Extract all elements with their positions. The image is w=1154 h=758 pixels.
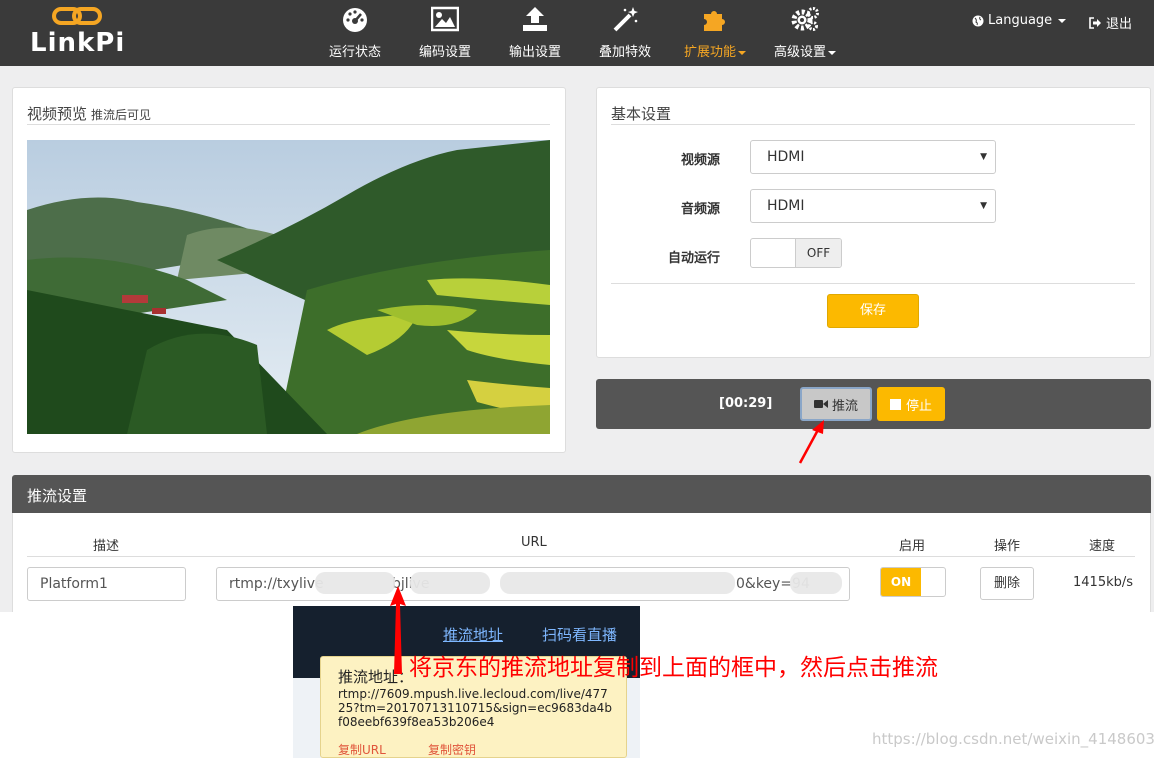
language-label: Language xyxy=(988,13,1053,28)
column-action: 操作 xyxy=(994,539,1021,554)
scan-to-watch-tab[interactable]: 扫码看直播 xyxy=(542,624,617,645)
nav-label: 扩展功能 xyxy=(670,41,760,60)
delete-button[interactable]: 删除 xyxy=(980,567,1034,600)
linkpi-logo[interactable]: LinkPi xyxy=(30,6,130,62)
brand-name: LinkPi xyxy=(30,28,126,58)
puzzle-icon xyxy=(704,11,725,31)
nav-overlay[interactable]: 叠加特效 xyxy=(580,0,670,66)
column-speed: 速度 xyxy=(1089,539,1116,554)
save-button[interactable]: 保存 xyxy=(827,294,919,328)
video-source-select[interactable]: HDMI ▼ xyxy=(750,140,996,174)
stream-control-bar xyxy=(596,379,1151,429)
preview-subtitle: 推流后可见 xyxy=(91,108,152,122)
video-camera-icon xyxy=(813,400,828,408)
push-label: 推流 xyxy=(831,398,858,414)
column-desc: 描述 xyxy=(93,539,120,554)
video-source-label: 视频源 xyxy=(680,153,720,168)
audio-source-select[interactable]: HDMI ▼ xyxy=(750,189,996,223)
caret-icon: ▼ xyxy=(980,201,987,211)
enable-toggle[interactable]: ON xyxy=(880,567,946,597)
magic-wand-icon xyxy=(613,7,638,32)
nav-advanced[interactable]: 高级设置 xyxy=(760,0,850,66)
nav-output[interactable]: 输出设置 xyxy=(490,0,580,66)
push-settings-title: 推流设置 xyxy=(27,487,88,505)
basic-settings-title: 基本设置 xyxy=(611,105,672,123)
copy-key-link[interactable]: 复制密钥 xyxy=(428,741,476,758)
jd-push-address-inset: 推流地址 扫码看直播 推流地址： rtmp://7609.mpush.live.… xyxy=(293,606,640,758)
caret-icon: ▼ xyxy=(980,152,987,162)
nav-label: 高级设置 xyxy=(760,41,850,60)
stop-stream-button[interactable]: 停止 xyxy=(877,387,945,421)
redacted-blur xyxy=(500,572,735,594)
gears-icon xyxy=(791,7,819,31)
logout-button[interactable]: 退出 xyxy=(1089,13,1132,32)
stop-label: 停止 xyxy=(905,398,932,414)
audio-source-label: 音频源 xyxy=(680,202,720,217)
autorun-toggle[interactable]: OFF xyxy=(750,238,842,268)
autorun-label: 自动运行 xyxy=(667,251,720,266)
logout-label: 退出 xyxy=(1106,17,1133,32)
dashboard-icon xyxy=(343,8,367,32)
video-source-value: HDMI xyxy=(767,149,805,165)
url-start: rtmp://txylive xyxy=(229,576,324,592)
video-preview xyxy=(27,140,550,434)
upload-icon xyxy=(523,7,547,31)
autorun-state: OFF xyxy=(795,239,841,267)
redacted-blur xyxy=(410,572,490,594)
redacted-blur xyxy=(790,572,842,594)
nav-label: 输出设置 xyxy=(508,45,561,60)
enable-state: ON xyxy=(881,568,921,596)
stop-square-icon xyxy=(889,398,901,410)
redacted-blur xyxy=(315,572,395,594)
top-navbar: LinkPi 运行状态 编码设置 输出设置 叠加特效 扩展功能 高级设置 Lan… xyxy=(0,0,1154,66)
watermark: https://blog.csdn.net/weixin_41486034 xyxy=(872,730,1154,748)
image-icon xyxy=(431,6,459,32)
nav-status[interactable]: 运行状态 xyxy=(310,0,400,66)
description-input[interactable]: Platform1 xyxy=(27,567,186,601)
divider xyxy=(27,124,550,125)
sign-out-icon xyxy=(1089,16,1101,29)
divider xyxy=(27,556,1135,557)
push-stream-button[interactable]: 推流 xyxy=(800,387,872,421)
audio-source-value: HDMI xyxy=(767,198,805,214)
column-url: URL xyxy=(521,535,547,550)
video-frame-image xyxy=(27,140,550,434)
chain-link-icon xyxy=(52,7,102,25)
push-settings-header: 推流设置 xyxy=(12,475,1151,513)
language-menu[interactable]: Language xyxy=(972,13,1067,28)
nav-encode[interactable]: 编码设置 xyxy=(400,0,490,66)
main-nav: 运行状态 编码设置 输出设置 叠加特效 扩展功能 高级设置 xyxy=(310,0,850,66)
stream-speed: 1415kb/s xyxy=(1073,575,1134,590)
column-enable: 启用 xyxy=(899,539,926,554)
nav-label: 编码设置 xyxy=(418,45,471,60)
annotation-arrow-icon xyxy=(798,420,824,464)
push-address-tab[interactable]: 推流地址 xyxy=(443,624,503,645)
copy-url-link[interactable]: 复制URL xyxy=(338,741,386,758)
popup-url: rtmp://7609.mpush.live.lecloud.com/live/… xyxy=(338,687,612,729)
instruction-annotation: 将京东的推流地址复制到上面的框中，然后点击推流 xyxy=(409,655,938,681)
globe-icon xyxy=(972,15,984,26)
preview-heading: 视频预览 推流后可见 xyxy=(27,103,151,124)
divider xyxy=(611,124,1135,125)
preview-title: 视频预览 xyxy=(27,105,88,123)
nav-label: 叠加特效 xyxy=(598,45,651,60)
divider xyxy=(611,283,1135,284)
nav-extensions[interactable]: 扩展功能 xyxy=(670,0,760,66)
stream-timer: [00:29] xyxy=(719,396,773,411)
nav-label: 运行状态 xyxy=(328,45,381,60)
annotation-arrow-icon xyxy=(390,586,406,674)
